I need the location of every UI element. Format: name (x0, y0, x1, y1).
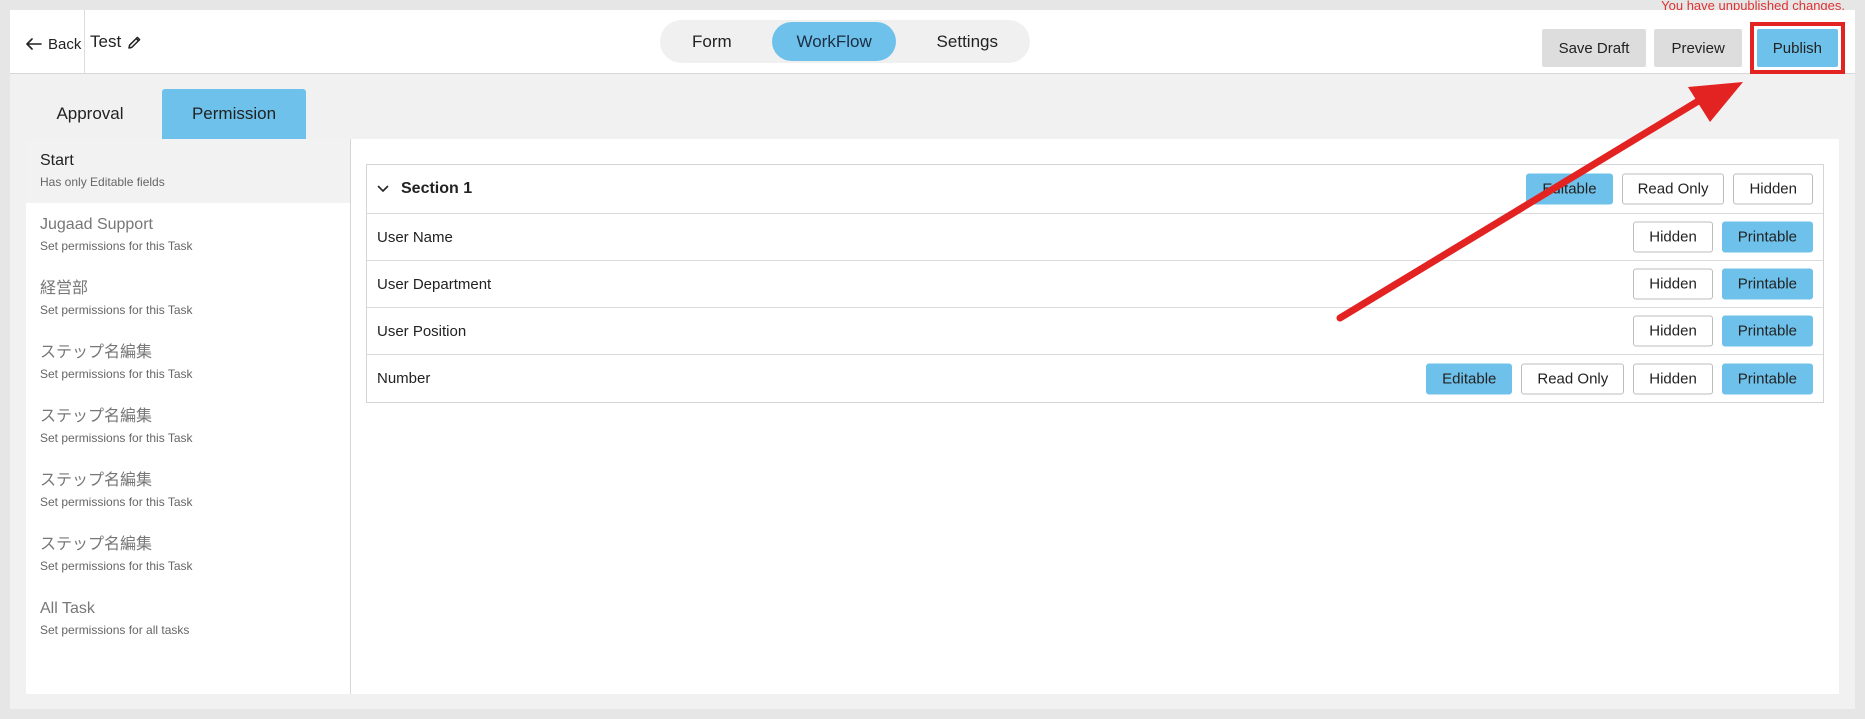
hidden-button[interactable]: Hidden (1633, 221, 1713, 253)
field-row-number: Number Editable Read Only Hidden Printab… (367, 355, 1823, 402)
section-read-only-button[interactable]: Read Only (1621, 173, 1725, 205)
task-subtitle: Set permissions for this Task (40, 431, 193, 445)
section-heading: Section 1 (377, 180, 472, 198)
hidden-button[interactable]: Hidden (1633, 363, 1713, 394)
top-header: Back Test Form WorkFlow Settings Save Dr… (10, 10, 1855, 74)
field-label: User Name (377, 228, 453, 246)
section-title: Section 1 (401, 180, 473, 197)
app-window: You have unpublished changes. Back Test (10, 0, 1855, 709)
task-title: ステップ名編集 (40, 344, 153, 361)
field-row-user-department: User Department Hidden Printable (367, 261, 1823, 308)
task-item-step[interactable]: ステップ名編集 Set permissions for this Task (26, 459, 350, 523)
chevron-down-icon[interactable] (377, 185, 389, 193)
section-hidden-button[interactable]: Hidden (1733, 173, 1813, 205)
task-title: All Task (40, 600, 95, 617)
task-title: ステップ名編集 (40, 408, 153, 425)
task-subtitle: Set permissions for this Task (40, 303, 193, 317)
publish-highlight: Publish (1749, 22, 1845, 74)
field-label: User Position (377, 322, 467, 340)
mode-switch: Form WorkFlow Settings (660, 20, 1030, 63)
task-title: Start (40, 152, 74, 169)
permission-panel: Start Has only Editable fields Jugaad Su… (26, 139, 1839, 694)
field-permission-buttons: Hidden Printable (1633, 221, 1813, 253)
field-permission-buttons: Editable Read Only Hidden Printable (1426, 363, 1813, 394)
editable-button[interactable]: Editable (1426, 363, 1513, 394)
back-button[interactable]: Back (26, 34, 81, 54)
field-permission-buttons: Hidden Printable (1633, 315, 1813, 347)
task-subtitle: Set permissions for this Task (40, 559, 193, 573)
task-subtitle: Set permissions for all tasks (40, 623, 190, 637)
task-title: ステップ名編集 (40, 536, 153, 553)
tab-workflow[interactable]: WorkFlow (772, 22, 896, 61)
read-only-button[interactable]: Read Only (1521, 363, 1625, 394)
arrow-left-icon (26, 38, 42, 50)
tab-settings[interactable]: Settings (913, 22, 1022, 61)
task-subtitle: Set permissions for this Task (40, 495, 193, 509)
field-label: User Department (377, 275, 492, 293)
hidden-button[interactable]: Hidden (1633, 268, 1713, 300)
task-item-step[interactable]: ステップ名編集 Set permissions for this Task (26, 331, 350, 395)
section-header-row: Section 1 Editable Read Only Hidden (367, 165, 1823, 214)
save-draft-button[interactable]: Save Draft (1541, 29, 1647, 67)
task-item-step[interactable]: ステップ名編集 Set permissions for this Task (26, 523, 350, 587)
section-permissions: Section 1 Editable Read Only Hidden User… (366, 164, 1824, 403)
field-permission-buttons: Hidden Printable (1633, 268, 1813, 300)
printable-button[interactable]: Printable (1721, 363, 1813, 394)
task-item-start[interactable]: Start Has only Editable fields (26, 139, 350, 203)
section-permission-buttons: Editable Read Only Hidden (1526, 173, 1813, 205)
printable-button[interactable]: Printable (1721, 315, 1813, 347)
task-list: Start Has only Editable fields Jugaad Su… (26, 139, 351, 694)
publish-button[interactable]: Publish (1756, 29, 1838, 67)
task-subtitle: Set permissions for this Task (40, 367, 193, 381)
hidden-button[interactable]: Hidden (1633, 315, 1713, 347)
tab-form[interactable]: Form (668, 22, 756, 61)
header-actions: Save Draft Preview Publish (1541, 22, 1845, 74)
printable-button[interactable]: Printable (1721, 221, 1813, 253)
task-item-step[interactable]: ステップ名編集 Set permissions for this Task (26, 395, 350, 459)
form-title-text: Test (90, 32, 122, 51)
tab-permission[interactable]: Permission (162, 89, 306, 139)
task-item-all-task[interactable]: All Task Set permissions for all tasks (26, 587, 350, 651)
field-label: Number (377, 370, 431, 387)
preview-button[interactable]: Preview (1654, 29, 1742, 67)
task-title: ステップ名編集 (40, 472, 153, 489)
task-subtitle: Set permissions for this Task (40, 239, 193, 253)
task-item-management[interactable]: 経営部 Set permissions for this Task (26, 267, 350, 331)
header-divider (84, 10, 85, 73)
form-title: Test (90, 32, 142, 52)
task-item-jugaad-support[interactable]: Jugaad Support Set permissions for this … (26, 203, 350, 267)
task-title: Jugaad Support (40, 216, 153, 233)
section-editable-button[interactable]: Editable (1526, 173, 1613, 205)
field-row-user-name: User Name Hidden Printable (367, 214, 1823, 261)
task-subtitle: Has only Editable fields (40, 175, 165, 189)
tab-approval[interactable]: Approval (26, 89, 154, 139)
pencil-icon[interactable] (127, 35, 142, 50)
workflow-subtabs: Approval Permission (26, 89, 306, 139)
back-label: Back (48, 35, 82, 53)
printable-button[interactable]: Printable (1721, 268, 1813, 300)
app-page: You have unpublished changes. Back Test (0, 0, 1865, 719)
field-row-user-position: User Position Hidden Printable (367, 308, 1823, 355)
task-title: 経営部 (40, 280, 89, 297)
